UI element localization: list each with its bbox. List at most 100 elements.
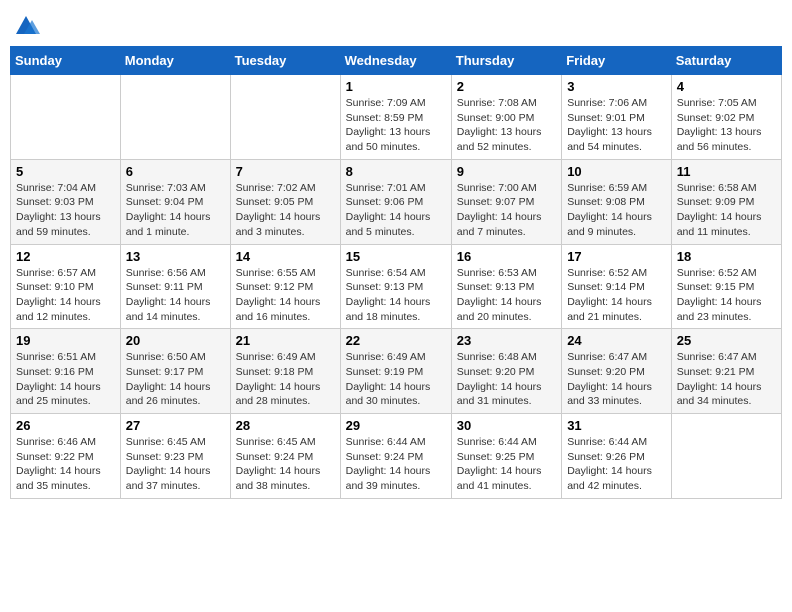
day-number: 17 xyxy=(567,249,666,264)
calendar-cell: 21Sunrise: 6:49 AMSunset: 9:18 PMDayligh… xyxy=(230,329,340,414)
calendar-cell: 1 Sunrise: 7:09 AMSunset: 8:59 PMDaylight… xyxy=(340,75,451,160)
day-info: Sunrise: 6:49 AMSunset: 9:19 PMDaylight:… xyxy=(346,350,446,409)
calendar-cell: 20Sunrise: 6:50 AMSunset: 9:17 PMDayligh… xyxy=(120,329,230,414)
calendar-table: SundayMondayTuesdayWednesdayThursdayFrid… xyxy=(10,46,782,499)
calendar-cell: 4Sunrise: 7:05 AMSunset: 9:02 PMDaylight… xyxy=(671,75,781,160)
day-number: 14 xyxy=(236,249,335,264)
day-number: 3 xyxy=(567,79,666,94)
calendar-cell: 29 Sunrise: 6:44 AMSunset: 9:24 PMDayligh… xyxy=(340,414,451,499)
day-info: Sunrise: 6:54 AMSunset: 9:13 PMDaylight:… xyxy=(346,266,446,325)
day-number: 11 xyxy=(677,164,776,179)
day-info: Sunrise: 6:46 AMSunset: 9:22 PMDaylight:… xyxy=(16,435,115,494)
calendar-cell: 25 Sunrise: 6:47 AMSunset: 9:21 PMDayligh… xyxy=(671,329,781,414)
day-number: 12 xyxy=(16,249,115,264)
day-number: 6 xyxy=(126,164,225,179)
day-number: 9 xyxy=(457,164,556,179)
day-number: 22 xyxy=(346,333,446,348)
day-number: 2 xyxy=(457,79,556,94)
day-info: Sunrise: 6:52 AMSunset: 9:15 PMDaylight:… xyxy=(677,266,776,325)
day-header-sunday: Sunday xyxy=(11,47,121,75)
logo-icon xyxy=(12,10,40,38)
day-number: 24 xyxy=(567,333,666,348)
logo xyxy=(10,10,40,38)
calendar-cell: 6 Sunrise: 7:03 AMSunset: 9:04 PMDaylight… xyxy=(120,159,230,244)
day-info: Sunrise: 7:06 AMSunset: 9:01 PMDaylight:… xyxy=(567,96,666,155)
day-number: 28 xyxy=(236,418,335,433)
calendar-cell: 30 Sunrise: 6:44 AMSunset: 9:25 PMDayligh… xyxy=(451,414,561,499)
day-info: Sunrise: 6:45 AMSunset: 9:24 PMDaylight:… xyxy=(236,435,335,494)
day-number: 18 xyxy=(677,249,776,264)
day-info: Sunrise: 7:03 AMSunset: 9:04 PMDaylight:… xyxy=(126,181,225,240)
week-row: 5 Sunrise: 7:04 AMSunset: 9:03 PMDaylight… xyxy=(11,159,782,244)
day-number: 27 xyxy=(126,418,225,433)
day-info: Sunrise: 7:01 AMSunset: 9:06 PMDaylight:… xyxy=(346,181,446,240)
day-number: 13 xyxy=(126,249,225,264)
week-row: 19Sunrise: 6:51 AMSunset: 9:16 PMDayligh… xyxy=(11,329,782,414)
day-info: Sunrise: 6:58 AMSunset: 9:09 PMDaylight:… xyxy=(677,181,776,240)
day-info: Sunrise: 7:02 AMSunset: 9:05 PMDaylight:… xyxy=(236,181,335,240)
calendar-cell: 11 Sunrise: 6:58 AMSunset: 9:09 PMDayligh… xyxy=(671,159,781,244)
day-number: 4 xyxy=(677,79,776,94)
day-info: Sunrise: 6:47 AMSunset: 9:20 PMDaylight:… xyxy=(567,350,666,409)
calendar-cell: 13 Sunrise: 6:56 AMSunset: 9:11 PMDayligh… xyxy=(120,244,230,329)
day-info: Sunrise: 6:59 AMSunset: 9:08 PMDaylight:… xyxy=(567,181,666,240)
day-info: Sunrise: 6:45 AMSunset: 9:23 PMDaylight:… xyxy=(126,435,225,494)
week-row: 1 Sunrise: 7:09 AMSunset: 8:59 PMDaylight… xyxy=(11,75,782,160)
day-number: 5 xyxy=(16,164,115,179)
week-row: 26 Sunrise: 6:46 AMSunset: 9:22 PMDayligh… xyxy=(11,414,782,499)
calendar-cell: 27 Sunrise: 6:45 AMSunset: 9:23 PMDayligh… xyxy=(120,414,230,499)
day-info: Sunrise: 6:44 AMSunset: 9:25 PMDaylight:… xyxy=(457,435,556,494)
calendar-cell: 14 Sunrise: 6:55 AMSunset: 9:12 PMDayligh… xyxy=(230,244,340,329)
calendar-cell xyxy=(671,414,781,499)
day-info: Sunrise: 6:48 AMSunset: 9:20 PMDaylight:… xyxy=(457,350,556,409)
calendar-cell: 26 Sunrise: 6:46 AMSunset: 9:22 PMDayligh… xyxy=(11,414,121,499)
calendar-cell: 7 Sunrise: 7:02 AMSunset: 9:05 PMDaylight… xyxy=(230,159,340,244)
day-number: 23 xyxy=(457,333,556,348)
day-info: Sunrise: 7:08 AMSunset: 9:00 PMDaylight:… xyxy=(457,96,556,155)
day-number: 25 xyxy=(677,333,776,348)
calendar-cell: 31Sunrise: 6:44 AMSunset: 9:26 PMDayligh… xyxy=(562,414,672,499)
calendar-cell: 2 Sunrise: 7:08 AMSunset: 9:00 PMDaylight… xyxy=(451,75,561,160)
calendar-cell: 15 Sunrise: 6:54 AMSunset: 9:13 PMDayligh… xyxy=(340,244,451,329)
calendar-cell: 12 Sunrise: 6:57 AMSunset: 9:10 PMDayligh… xyxy=(11,244,121,329)
day-header-tuesday: Tuesday xyxy=(230,47,340,75)
day-number: 16 xyxy=(457,249,556,264)
day-info: Sunrise: 6:57 AMSunset: 9:10 PMDaylight:… xyxy=(16,266,115,325)
day-number: 15 xyxy=(346,249,446,264)
week-row: 12 Sunrise: 6:57 AMSunset: 9:10 PMDayligh… xyxy=(11,244,782,329)
day-info: Sunrise: 6:49 AMSunset: 9:18 PMDaylight:… xyxy=(236,350,335,409)
day-number: 26 xyxy=(16,418,115,433)
day-info: Sunrise: 7:04 AMSunset: 9:03 PMDaylight:… xyxy=(16,181,115,240)
day-number: 7 xyxy=(236,164,335,179)
page-header xyxy=(10,10,782,38)
calendar-cell: 19Sunrise: 6:51 AMSunset: 9:16 PMDayligh… xyxy=(11,329,121,414)
day-info: Sunrise: 6:55 AMSunset: 9:12 PMDaylight:… xyxy=(236,266,335,325)
calendar-cell: 16 Sunrise: 6:53 AMSunset: 9:13 PMDayligh… xyxy=(451,244,561,329)
calendar-cell: 9Sunrise: 7:00 AMSunset: 9:07 PMDaylight… xyxy=(451,159,561,244)
day-number: 29 xyxy=(346,418,446,433)
calendar-cell: 28 Sunrise: 6:45 AMSunset: 9:24 PMDayligh… xyxy=(230,414,340,499)
day-number: 10 xyxy=(567,164,666,179)
day-header-wednesday: Wednesday xyxy=(340,47,451,75)
day-info: Sunrise: 7:09 AMSunset: 8:59 PMDaylight:… xyxy=(346,96,446,155)
calendar-cell: 8Sunrise: 7:01 AMSunset: 9:06 PMDaylight… xyxy=(340,159,451,244)
calendar-cell: 17Sunrise: 6:52 AMSunset: 9:14 PMDayligh… xyxy=(562,244,672,329)
calendar-cell: 24 Sunrise: 6:47 AMSunset: 9:20 PMDayligh… xyxy=(562,329,672,414)
day-number: 1 xyxy=(346,79,446,94)
day-info: Sunrise: 6:56 AMSunset: 9:11 PMDaylight:… xyxy=(126,266,225,325)
day-info: Sunrise: 6:53 AMSunset: 9:13 PMDaylight:… xyxy=(457,266,556,325)
calendar-cell: 23 Sunrise: 6:48 AMSunset: 9:20 PMDayligh… xyxy=(451,329,561,414)
calendar-cell: 10 Sunrise: 6:59 AMSunset: 9:08 PMDayligh… xyxy=(562,159,672,244)
day-header-thursday: Thursday xyxy=(451,47,561,75)
day-info: Sunrise: 6:47 AMSunset: 9:21 PMDaylight:… xyxy=(677,350,776,409)
calendar-header: SundayMondayTuesdayWednesdayThursdayFrid… xyxy=(11,47,782,75)
day-header-monday: Monday xyxy=(120,47,230,75)
header-row: SundayMondayTuesdayWednesdayThursdayFrid… xyxy=(11,47,782,75)
calendar-cell: 3 Sunrise: 7:06 AMSunset: 9:01 PMDaylight… xyxy=(562,75,672,160)
day-info: Sunrise: 6:44 AMSunset: 9:24 PMDaylight:… xyxy=(346,435,446,494)
day-header-friday: Friday xyxy=(562,47,672,75)
day-info: Sunrise: 6:51 AMSunset: 9:16 PMDaylight:… xyxy=(16,350,115,409)
day-number: 30 xyxy=(457,418,556,433)
calendar-cell xyxy=(11,75,121,160)
day-number: 31 xyxy=(567,418,666,433)
